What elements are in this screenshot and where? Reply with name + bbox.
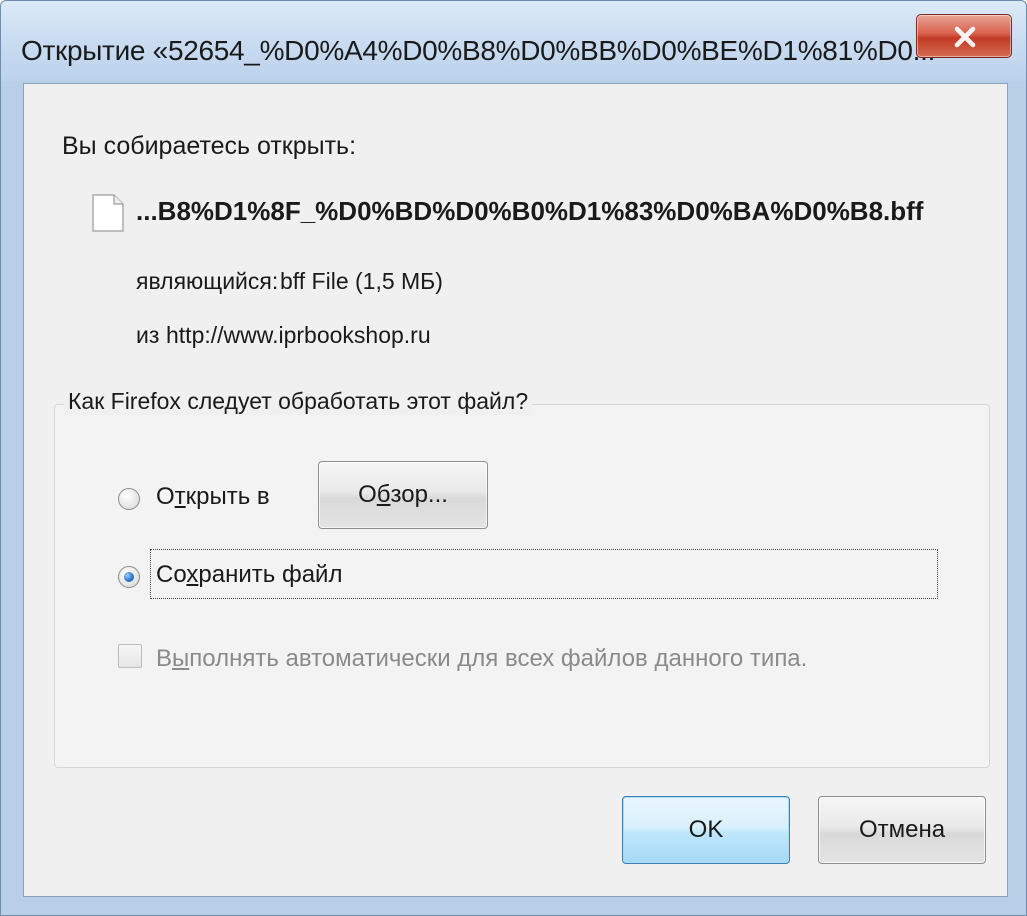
file-name: ...B8%D1%8F_%D0%BD%D0%B0%D1%83%D0%BA%D0%… [136,196,924,226]
cancel-button[interactable]: Отмена [818,796,986,864]
open-with-label[interactable]: Открыть в [156,483,270,511]
open-with-label-accesskey: т [174,483,186,510]
browse-label-part1: О [358,481,377,508]
file-type-value: bff File (1,5 МБ) [280,268,443,294]
auto-handle-label-accesskey: ы [172,645,190,672]
close-button[interactable] [916,14,1012,58]
open-with-label-part1: О [156,483,175,510]
file-type-label: являющийся: [136,268,279,294]
auto-handle-checkbox[interactable] [118,644,142,668]
auto-handle-label[interactable]: Выполнять автоматически для всех файлов … [156,645,807,673]
save-file-label-part2: ранить файл [198,561,343,588]
open-with-radio[interactable] [118,488,140,510]
intro-label: Вы собираетесь открыть: [62,132,357,160]
dialog-window: Открытие «52654_%D0%A4%D0%B8%D0%BB%D0%BE… [0,0,1027,916]
save-file-label[interactable]: Сохранить файл [156,561,342,589]
close-icon [954,26,976,48]
source-url: http://www.iprbookshop.ru [166,322,431,348]
dialog-content: Вы собираетесь открыть: ...B8%D1%8F_%D0%… [23,83,1008,897]
document-icon [92,194,124,232]
title-bar[interactable]: Открытие «52654_%D0%A4%D0%B8%D0%BB%D0%BE… [1,1,1026,81]
save-file-label-accesskey: х [186,561,199,588]
browse-button[interactable]: Об зор... [318,461,488,529]
window-title: Открытие «52654_%D0%A4%D0%B8%D0%BB%D0%BE… [21,35,936,66]
auto-handle-label-part2: полнять автоматически для всех файлов да… [189,645,808,672]
auto-handle-label-part1: В [156,645,173,672]
save-file-label-part1: Со [156,561,187,588]
radio-selected-dot [124,572,134,582]
browse-label-part2: зор... [390,481,448,508]
source-label: из [136,322,160,348]
save-file-radio[interactable] [118,566,140,588]
browse-label-accesskey: б [376,481,391,508]
ok-button[interactable]: OK [622,796,790,864]
open-with-label-part2: крыть в [185,483,270,510]
action-group-legend: Как Firefox следует обработать этот файл… [64,388,533,415]
